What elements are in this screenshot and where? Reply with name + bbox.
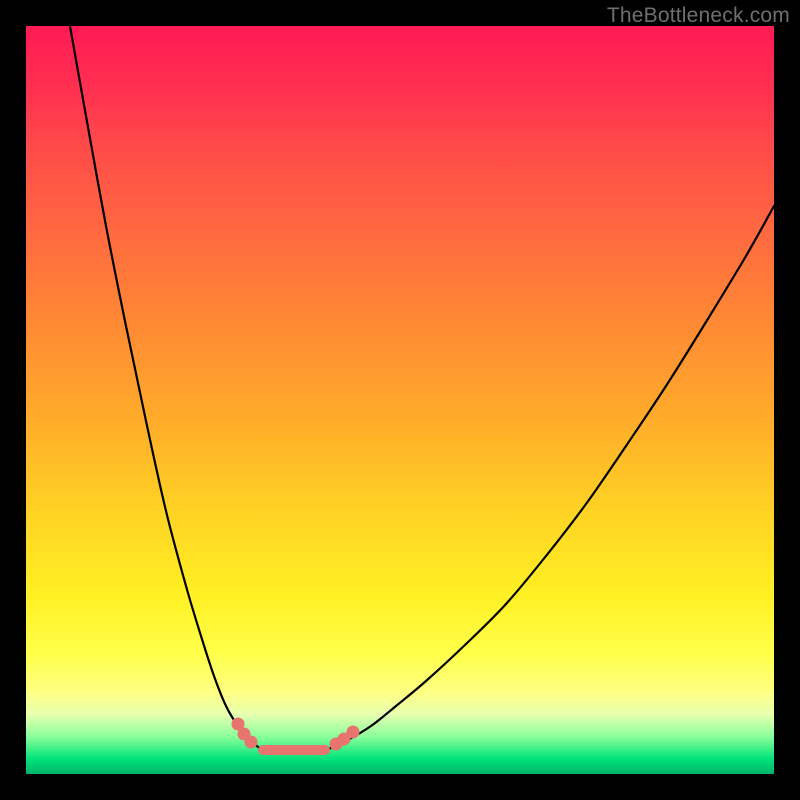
- bottleneck-curve-plot: [26, 26, 774, 774]
- optimal-zone-marker: [258, 745, 330, 755]
- curve-markers-right: [330, 726, 360, 751]
- bottleneck-curve-right: [326, 206, 774, 750]
- bottleneck-curve-left: [70, 26, 262, 750]
- chart-frame: [26, 26, 774, 774]
- curve-marker-dot: [245, 736, 258, 749]
- curve-markers-left: [232, 718, 258, 749]
- curve-marker-dot: [347, 726, 360, 739]
- watermark-text: TheBottleneck.com: [607, 4, 790, 28]
